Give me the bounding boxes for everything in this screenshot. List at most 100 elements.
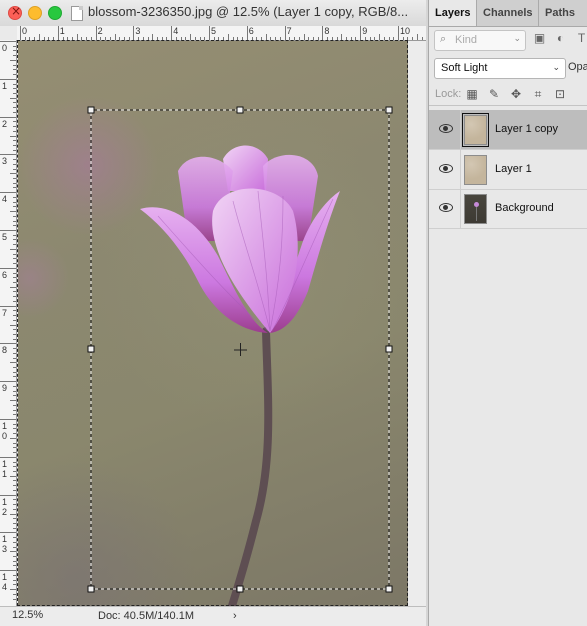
lock-all-icon[interactable]: ⊡	[553, 87, 567, 101]
ruler-tick	[13, 149, 16, 151]
tab-paths[interactable]: Paths	[539, 0, 587, 26]
ruler-tick	[0, 116, 16, 118]
ruler-tick	[0, 192, 16, 194]
ruler-tick	[161, 37, 163, 40]
maximize-icon[interactable]	[48, 6, 62, 20]
ruler-label: 9	[362, 26, 368, 36]
ruler-tick	[298, 37, 300, 40]
ruler-label: 0	[2, 43, 8, 53]
ruler-tick	[13, 414, 16, 416]
ruler-tick	[114, 34, 116, 40]
ruler-label: 1 4	[2, 572, 8, 593]
lock-position-icon[interactable]: ✥	[509, 87, 523, 101]
ruler-tick	[24, 37, 26, 40]
ruler-label: 4	[173, 26, 179, 36]
blend-mode-select[interactable]: Soft Light ⌄	[434, 58, 566, 79]
search-icon: ⌕	[440, 33, 447, 45]
ruler-tick	[10, 248, 16, 250]
ruler-tick	[289, 37, 291, 40]
ruler-tick	[308, 37, 310, 40]
ruler-tick	[133, 26, 135, 40]
vertical-ruler[interactable]: 0 1 2 3 4 5 6 7 8 9 1 0 1 1 1 2 1 3 1 4	[0, 40, 17, 606]
lock-transparent-icon[interactable]: ▦	[465, 87, 479, 101]
layer-name[interactable]: Layer 1 copy	[495, 123, 558, 135]
ruler-tick	[412, 37, 414, 40]
ruler-tick	[13, 55, 16, 57]
ruler-label: 2	[2, 118, 8, 129]
ruler-tick	[13, 442, 16, 444]
layer-thumbnail	[462, 113, 489, 147]
layer-row-layer-1[interactable]: Layer 1	[429, 150, 587, 190]
image-canvas[interactable]	[18, 41, 408, 606]
zoom-field[interactable]: 12.5%	[12, 609, 72, 621]
type-filter-icon[interactable]: T	[575, 32, 587, 45]
crosshair-icon	[234, 343, 247, 356]
layer-row-background[interactable]: Background	[429, 189, 587, 229]
ruler-tick	[13, 423, 16, 425]
ruler-label: 1 2	[2, 496, 8, 517]
ruler-tick	[13, 466, 16, 468]
lock-artboard-icon[interactable]: ⌗	[531, 87, 545, 101]
document-size[interactable]: Doc: 40.5M/140.1M	[98, 610, 194, 622]
ruler-tick	[13, 50, 16, 52]
ruler-tick	[95, 26, 97, 40]
ruler-tick	[350, 37, 352, 40]
ruler-tick	[10, 589, 16, 591]
ruler-label: 8	[2, 345, 8, 356]
ruler-tick	[246, 26, 248, 40]
ruler-label: 8	[324, 26, 330, 36]
image-filter-icon[interactable]: ▣	[533, 32, 546, 45]
ruler-tick	[194, 37, 196, 40]
ruler-tick	[13, 319, 16, 321]
layer-name[interactable]: Background	[495, 202, 554, 214]
ruler-tick	[81, 37, 83, 40]
visibility-eye-icon[interactable]	[439, 163, 453, 173]
layer-row-layer-1-copy[interactable]: Layer 1 copy	[429, 110, 587, 150]
kind-label: Kind	[455, 34, 478, 46]
ruler-tick	[13, 541, 16, 543]
ruler-tick	[13, 220, 16, 222]
horizontal-ruler[interactable]: 0 1 2 3 4 5 6 7 8 9 10	[17, 26, 426, 41]
ruler-tick	[279, 37, 281, 40]
ruler-tick	[119, 37, 121, 40]
ruler-tick	[13, 111, 16, 113]
ruler-label: 10	[400, 26, 411, 36]
ruler-tick	[341, 34, 343, 40]
ruler-label: 7	[2, 307, 8, 318]
ruler-tick	[138, 37, 140, 40]
title-bar[interactable]: blossom-3236350.jpg @ 12.5% (Layer 1 cop…	[0, 0, 426, 27]
visibility-eye-icon[interactable]	[439, 202, 453, 212]
ruler-tick	[13, 565, 16, 567]
ruler-tick	[13, 140, 16, 142]
ruler-tick	[10, 135, 16, 137]
tab-layers[interactable]: Layers	[429, 0, 477, 26]
ruler-tick	[13, 556, 16, 558]
ruler-tick	[13, 263, 16, 265]
layer-name[interactable]: Layer 1	[495, 163, 532, 175]
visibility-eye-icon[interactable]	[439, 123, 453, 133]
ruler-tick	[10, 59, 16, 61]
ruler-tick	[20, 26, 21, 40]
status-menu-arrow[interactable]: ›	[233, 610, 237, 622]
ruler-tick	[0, 78, 16, 80]
kind-filter-select[interactable]: ⌕ Kind ⌄	[434, 30, 526, 51]
ruler-tick	[13, 201, 16, 203]
ruler-tick	[13, 404, 16, 406]
ruler-tick	[13, 504, 16, 506]
tab-channels[interactable]: Channels	[477, 0, 539, 26]
ruler-tick	[13, 480, 16, 482]
ruler-tick	[13, 489, 16, 491]
ruler-tick	[10, 400, 16, 402]
minimize-icon[interactable]	[28, 6, 42, 20]
adjustment-filter-icon[interactable]: ◐	[554, 32, 567, 45]
ruler-tick	[317, 37, 319, 40]
ruler-tick	[13, 395, 16, 397]
ruler-tick	[13, 88, 16, 90]
ruler-tick	[13, 537, 16, 539]
close-icon[interactable]	[8, 4, 22, 20]
ruler-origin[interactable]	[0, 26, 18, 41]
ruler-tick	[13, 126, 16, 128]
ruler-label: 4	[2, 194, 8, 205]
ruler-tick	[388, 37, 390, 40]
lock-image-icon[interactable]: ✎	[487, 87, 501, 101]
